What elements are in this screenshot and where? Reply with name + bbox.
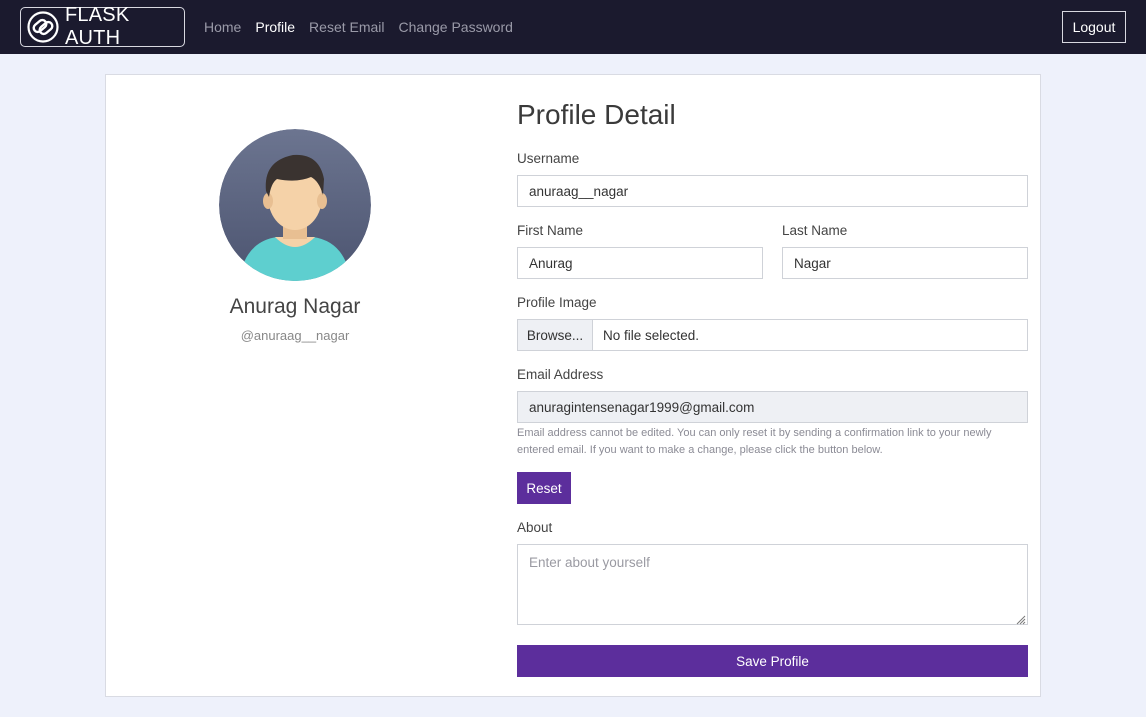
profile-name: Anurag Nagar <box>229 295 361 318</box>
first-name-label: First Name <box>517 223 584 238</box>
username-value: anuraag__nagar <box>529 183 629 199</box>
last-name-label: Last Name <box>782 223 848 238</box>
save-profile-button[interactable]: Save Profile <box>517 645 1028 677</box>
nav-reset-email[interactable]: Reset Email <box>309 19 384 35</box>
nav-change-password[interactable]: Change Password <box>399 19 513 35</box>
browse-button[interactable]: Browse... <box>518 320 593 350</box>
username-input[interactable]: anuraag__nagar <box>517 175 1028 207</box>
user-avatar-icon <box>219 129 371 281</box>
resize-grip-icon[interactable] <box>1016 613 1026 625</box>
nav-profile[interactable]: Profile <box>255 19 295 35</box>
logout-button[interactable]: Logout <box>1062 11 1126 43</box>
brand-name: FLASK AUTH <box>65 4 130 49</box>
file-status: No file selected. <box>603 327 700 343</box>
profile-image-input[interactable]: Browse... No file selected. <box>517 319 1028 351</box>
link-logo-icon <box>27 11 59 43</box>
email-field: anuragintensenagar1999@gmail.com <box>517 391 1028 423</box>
first-name-input[interactable]: Anurag <box>517 247 763 279</box>
email-label: Email Address <box>517 367 604 382</box>
first-name-value: Anurag <box>529 255 573 271</box>
last-name-value: Nagar <box>794 255 831 271</box>
navbar: FLASK AUTH Home Profile Reset Email Chan… <box>0 0 1146 54</box>
about-textarea[interactable]: Enter about yourself <box>517 544 1028 625</box>
profile-image-label: Profile Image <box>517 295 597 310</box>
page-title: Profile Detail <box>517 99 676 130</box>
profile-handle: @anuraag__nagar <box>240 328 350 343</box>
last-name-input[interactable]: Nagar <box>782 247 1028 279</box>
about-placeholder: Enter about yourself <box>529 555 650 570</box>
email-value: anuragintensenagar1999@gmail.com <box>529 399 755 415</box>
nav-home[interactable]: Home <box>204 19 241 35</box>
brand-link[interactable]: FLASK AUTH <box>20 4 185 49</box>
username-label: Username <box>517 151 580 166</box>
about-label: About <box>517 520 553 535</box>
nav-links: Home Profile Reset Email Change Password <box>204 0 527 54</box>
profile-card: Anurag Nagar @anuraag__nagar Profile Det… <box>105 74 1041 697</box>
email-help-text: Email address cannot be edited. You can … <box>517 427 992 456</box>
reset-email-button[interactable]: Reset <box>517 472 571 504</box>
